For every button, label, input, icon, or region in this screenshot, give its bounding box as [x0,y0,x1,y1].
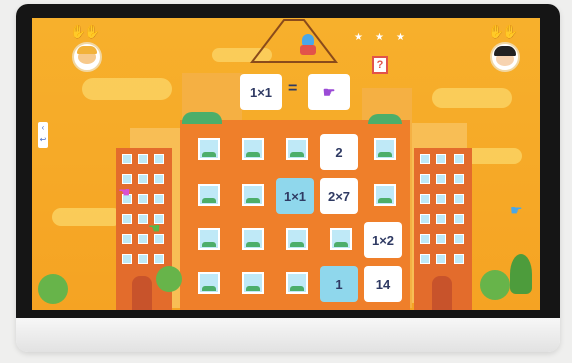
window [122,174,132,184]
window [420,234,430,244]
window [122,254,132,264]
window [242,228,264,250]
window [330,228,352,250]
window [420,254,430,264]
pointing-hand-icon: ☛ [322,83,336,100]
window [242,272,264,294]
window [454,194,464,204]
tile-card[interactable]: 1×2 [364,222,402,258]
tile-card[interactable]: 14 [364,266,402,302]
window [374,184,396,206]
window [454,214,464,224]
window [454,174,464,184]
window [154,174,164,184]
window [122,154,132,164]
window [138,194,148,204]
door [132,276,152,310]
cloud [52,208,122,226]
back-button[interactable]: ‹ ↩ [38,122,48,148]
window [122,214,132,224]
window [198,138,220,160]
equals-sign: = [288,80,298,97]
window [436,214,446,224]
tree [156,266,182,292]
tree [480,270,510,300]
right-player-avatar[interactable] [490,42,520,72]
window [436,174,446,184]
window [198,184,220,206]
help-button[interactable]: ? [372,56,388,74]
window [138,154,148,164]
tile-card[interactable]: 2×7 [320,178,358,214]
cloud [82,78,172,100]
robot-character [298,32,318,56]
roof-bushes [182,112,222,124]
window [436,254,446,264]
right-building [414,148,472,310]
door [432,276,452,310]
window [138,234,148,244]
left-player-avatar[interactable] [72,42,102,72]
star-icon: ★ [375,32,384,43]
star-icon: ★ [354,32,363,43]
answer-slot[interactable]: ☛ [308,74,350,110]
window [138,254,148,264]
window [436,154,446,164]
window [198,272,220,294]
pointer-hand-icon: ☚ [118,184,131,200]
window [154,154,164,164]
equation-left-card: 1×1 [240,74,282,110]
window [154,254,164,264]
player-hand-icon: ✋ [502,24,519,39]
tile-card[interactable]: 2 [320,134,358,170]
window [138,174,148,184]
monitor-chin [16,318,560,352]
window [420,154,430,164]
window [454,254,464,264]
window [454,234,464,244]
window [242,138,264,160]
tile-card[interactable]: 1×1 [276,178,314,214]
star-icon: ★ [396,32,405,43]
window [154,194,164,204]
tree [510,254,532,294]
window [286,228,308,250]
window [138,214,148,224]
equation-frame [244,18,344,64]
window [420,214,430,224]
player-hand-icon: ✋ [84,24,101,39]
window [420,174,430,184]
window [436,194,446,204]
hanging-triangle [249,19,339,63]
tree [38,274,68,304]
cloud [432,88,512,108]
pointer-hand-icon: ☛ [510,202,523,218]
tile-card[interactable]: 1 [320,266,358,302]
window [122,234,132,244]
game-screen: 2 1×1 2×7 1×2 1 14 1×1 = ☛ ? ★ ★ ★ ✋ ✋ ✋… [32,18,540,310]
window [454,154,464,164]
window [286,272,308,294]
window [242,184,264,206]
window [286,138,308,160]
window [198,228,220,250]
window [374,138,396,160]
window [420,194,430,204]
pointer-hand-icon: ☚ [148,220,161,236]
window [436,234,446,244]
roof-bushes [368,114,402,124]
